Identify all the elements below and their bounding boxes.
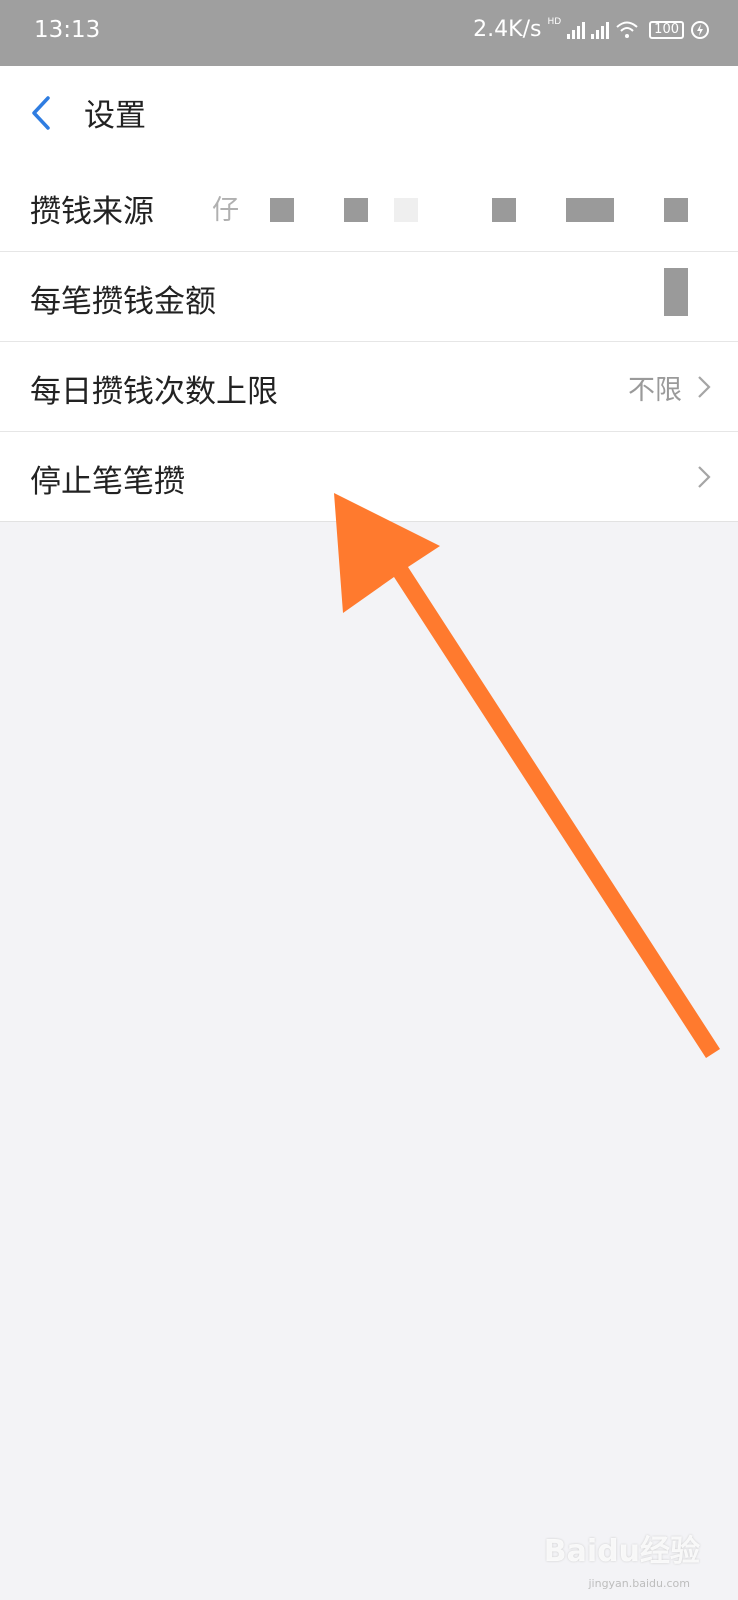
signal-icon	[567, 21, 586, 39]
battery-icon: 100	[649, 20, 684, 39]
setting-row-amount[interactable]: 每笔攒钱金额	[0, 252, 738, 342]
page-title: 设置	[84, 98, 146, 134]
setting-row-stop[interactable]: 停止笔笔攒	[0, 432, 738, 522]
chevron-right-icon	[698, 376, 711, 398]
wifi-icon	[616, 21, 638, 38]
setting-row-source[interactable]: 攒钱来源 仔	[0, 162, 738, 252]
setting-label: 攒钱来源	[30, 194, 154, 230]
nav-header: 设置	[0, 66, 738, 162]
baidu-watermark: Baidu经验	[543, 1534, 700, 1569]
status-bar: 13:13 2.4K/s HD 100	[0, 0, 738, 66]
chevron-left-icon	[32, 96, 50, 130]
setting-value: 不限	[628, 375, 682, 406]
watermark-url: jingyan.baidu.com	[588, 1577, 690, 1590]
mosaic-block	[492, 198, 516, 222]
setting-row-daily-limit[interactable]: 每日攒钱次数上限 不限	[0, 342, 738, 432]
setting-label: 停止笔笔攒	[30, 464, 185, 500]
mosaic-block	[664, 268, 688, 316]
status-icons: 2.4K/s HD 100	[473, 17, 710, 42]
mosaic-block	[566, 198, 614, 222]
chevron-right-icon	[698, 466, 711, 488]
back-button[interactable]	[22, 88, 62, 138]
signal-icon-2	[591, 21, 610, 39]
mosaic-block	[664, 198, 688, 222]
mosaic-block	[344, 198, 368, 222]
charging-icon	[691, 20, 709, 39]
network-speed: 2.4K/s	[473, 17, 542, 42]
status-time: 13:13	[34, 17, 101, 43]
setting-value: 仔	[212, 195, 239, 226]
setting-label: 每笔攒钱金额	[30, 284, 216, 320]
mosaic-block	[270, 198, 294, 222]
redacted-area	[250, 170, 690, 242]
hd-label: HD	[547, 17, 562, 27]
setting-label: 每日攒钱次数上限	[30, 374, 278, 410]
settings-list: 攒钱来源 仔 每笔攒钱金额 每日攒钱次数上限 不限 停止笔笔攒	[0, 162, 738, 522]
mosaic-block	[394, 198, 418, 222]
